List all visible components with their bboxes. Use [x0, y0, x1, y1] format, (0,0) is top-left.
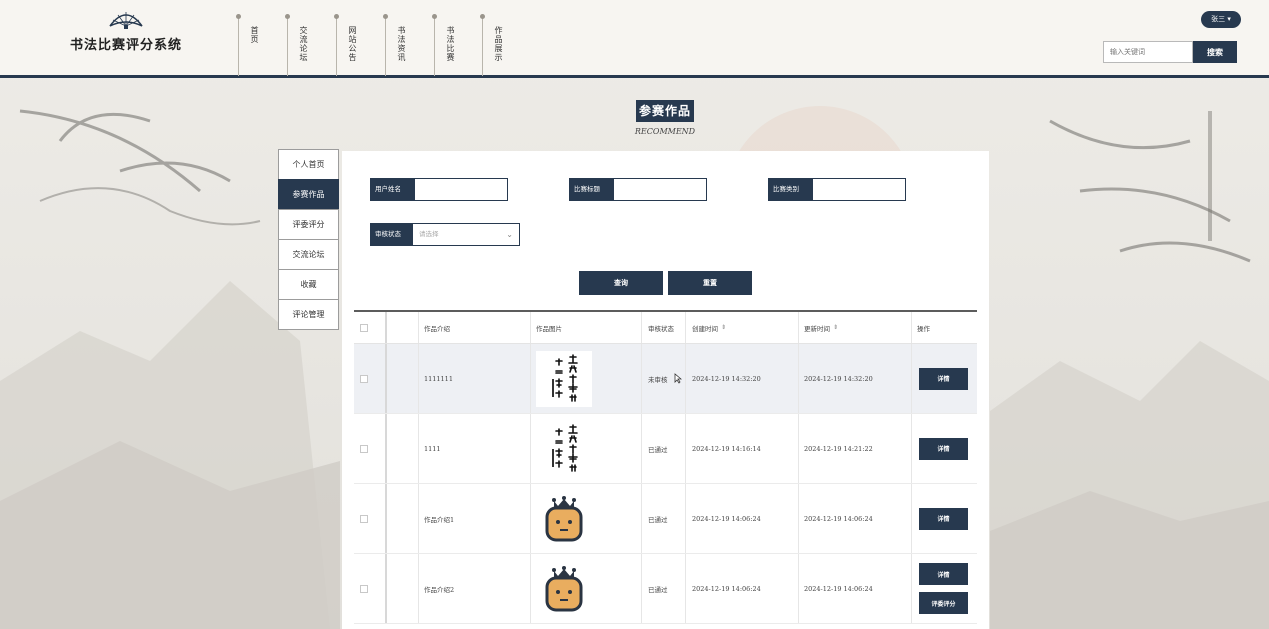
nav-announcements[interactable]: 网站公告	[334, 14, 384, 76]
nav-competitions[interactable]: 书法比赛	[432, 14, 482, 76]
username-input[interactable]	[414, 178, 508, 201]
status-select[interactable]: 请选择 ⌄	[412, 223, 520, 246]
row-intro: 1111	[424, 444, 441, 453]
nav-news[interactable]: 书法资讯	[383, 14, 433, 76]
query-button[interactable]: 查询	[579, 271, 663, 295]
row-checkbox[interactable]	[360, 584, 368, 593]
category-input[interactable]	[812, 178, 906, 201]
main-panel: 用户姓名 比赛标题 比赛类别 审核状态 请选择 ⌄ 查询 重置 作品介绍 作品图…	[342, 151, 989, 629]
row-status: 已通过	[648, 515, 668, 524]
table-row[interactable]: 作品介绍2 已通过 2024-12-19 14:06:24 2024-12-19…	[354, 554, 977, 624]
header-status: 审核状态	[648, 324, 674, 333]
row-created: 2024-12-19 14:06:24	[692, 514, 761, 523]
status-label: 审核状态	[370, 223, 412, 246]
row-updated: 2024-12-19 14:21:22	[804, 444, 873, 453]
page-subtitle: RECOMMEND	[634, 127, 696, 136]
reset-button[interactable]: 重置	[668, 271, 752, 295]
header-ops: 操作	[917, 324, 930, 333]
title-label: 比赛标题	[569, 178, 613, 201]
robot-image[interactable]	[536, 561, 592, 617]
username-label: 用户姓名	[370, 178, 414, 201]
row-status: 已通过	[648, 445, 668, 454]
user-menu[interactable]: 张三 ▾	[1201, 11, 1241, 28]
robot-image[interactable]	[536, 491, 592, 547]
page-title: 参赛作品	[636, 100, 694, 122]
row-intro: 作品介绍1	[424, 515, 455, 524]
side-menu: 个人首页 参赛作品 评委评分 交流论坛 收藏 评论管理	[278, 149, 339, 330]
side-item-favorites[interactable]: 收藏	[278, 269, 339, 300]
sort-icon: ⇕	[721, 324, 727, 331]
detail-button[interactable]: 详情	[919, 437, 968, 460]
judge-score-button[interactable]: 评委评分	[919, 592, 968, 614]
side-item-judge-score[interactable]: 评委评分	[278, 209, 339, 240]
chevron-down-icon: ⌄	[506, 230, 513, 239]
header-intro: 作品介绍	[424, 324, 450, 333]
row-updated: 2024-12-19 14:06:24	[804, 584, 873, 593]
row-status: 已通过	[648, 585, 668, 594]
table-row[interactable]: 作品介绍1 已通过 2024-12-19 14:06:24 2024-12-19…	[354, 484, 977, 554]
detail-button[interactable]: 详情	[919, 367, 968, 390]
header-created[interactable]: 创建时间 ⇕	[692, 312, 726, 343]
calligraphy-image[interactable]	[536, 350, 592, 407]
sort-icon: ⇕	[833, 324, 839, 331]
detail-button[interactable]: 详情	[919, 507, 968, 530]
search-button[interactable]: 搜索	[1193, 41, 1237, 63]
nav-works[interactable]: 作品展示	[480, 14, 530, 76]
row-created: 2024-12-19 14:32:20	[692, 374, 761, 383]
row-checkbox[interactable]	[360, 374, 368, 383]
table-row[interactable]: 1111111 未审核 2024-12-19 14:32:20 2024-12-…	[354, 344, 977, 414]
nav-forum[interactable]: 交流论坛	[285, 14, 335, 76]
header-updated[interactable]: 更新时间 ⇕	[804, 312, 838, 343]
side-item-comments[interactable]: 评论管理	[278, 299, 339, 330]
site-logo[interactable]: 书法比赛评分系统	[70, 10, 182, 53]
nav-home[interactable]: 首页	[236, 14, 286, 76]
select-all-checkbox[interactable]	[360, 323, 368, 332]
category-label: 比赛类别	[768, 178, 812, 201]
side-item-profile[interactable]: 个人首页	[278, 149, 339, 180]
detail-button[interactable]: 详情	[919, 563, 968, 585]
table-header: 作品介绍 作品图片 审核状态 创建时间 ⇕ 更新时间 ⇕ 操作	[354, 310, 977, 344]
row-created: 2024-12-19 14:06:24	[692, 584, 761, 593]
row-created: 2024-12-19 14:16:14	[692, 444, 761, 453]
row-checkbox[interactable]	[360, 514, 368, 523]
title-input[interactable]	[613, 178, 707, 201]
row-actions: 详情 评委评分	[919, 563, 968, 614]
fan-icon	[109, 12, 143, 29]
header-image: 作品图片	[536, 324, 562, 333]
row-intro: 1111111	[424, 374, 453, 383]
top-header: 书法比赛评分系统 首页 交流论坛 网站公告 书法资讯 书法比赛 作品展示 张三 …	[0, 0, 1269, 78]
side-item-works[interactable]: 参赛作品	[278, 179, 339, 210]
row-intro: 作品介绍2	[424, 585, 455, 594]
calligraphy-image[interactable]	[536, 420, 592, 477]
mouse-pointer-icon	[674, 373, 682, 384]
row-updated: 2024-12-19 14:32:20	[804, 374, 873, 383]
row-status: 未审核	[648, 344, 682, 413]
search-input[interactable]	[1103, 41, 1193, 63]
side-item-forum[interactable]: 交流论坛	[278, 239, 339, 270]
site-title: 书法比赛评分系统	[70, 38, 183, 53]
row-updated: 2024-12-19 14:06:24	[804, 514, 873, 523]
table-row[interactable]: 1111 已通过 2024-12-19 14:16:14 2024-12-19 …	[354, 414, 977, 484]
row-checkbox[interactable]	[360, 444, 368, 453]
works-table: 作品介绍 作品图片 审核状态 创建时间⇕ 更新时间⇕ 操作 1111111	[354, 310, 977, 624]
chevron-down-icon: ▾	[1227, 15, 1231, 23]
